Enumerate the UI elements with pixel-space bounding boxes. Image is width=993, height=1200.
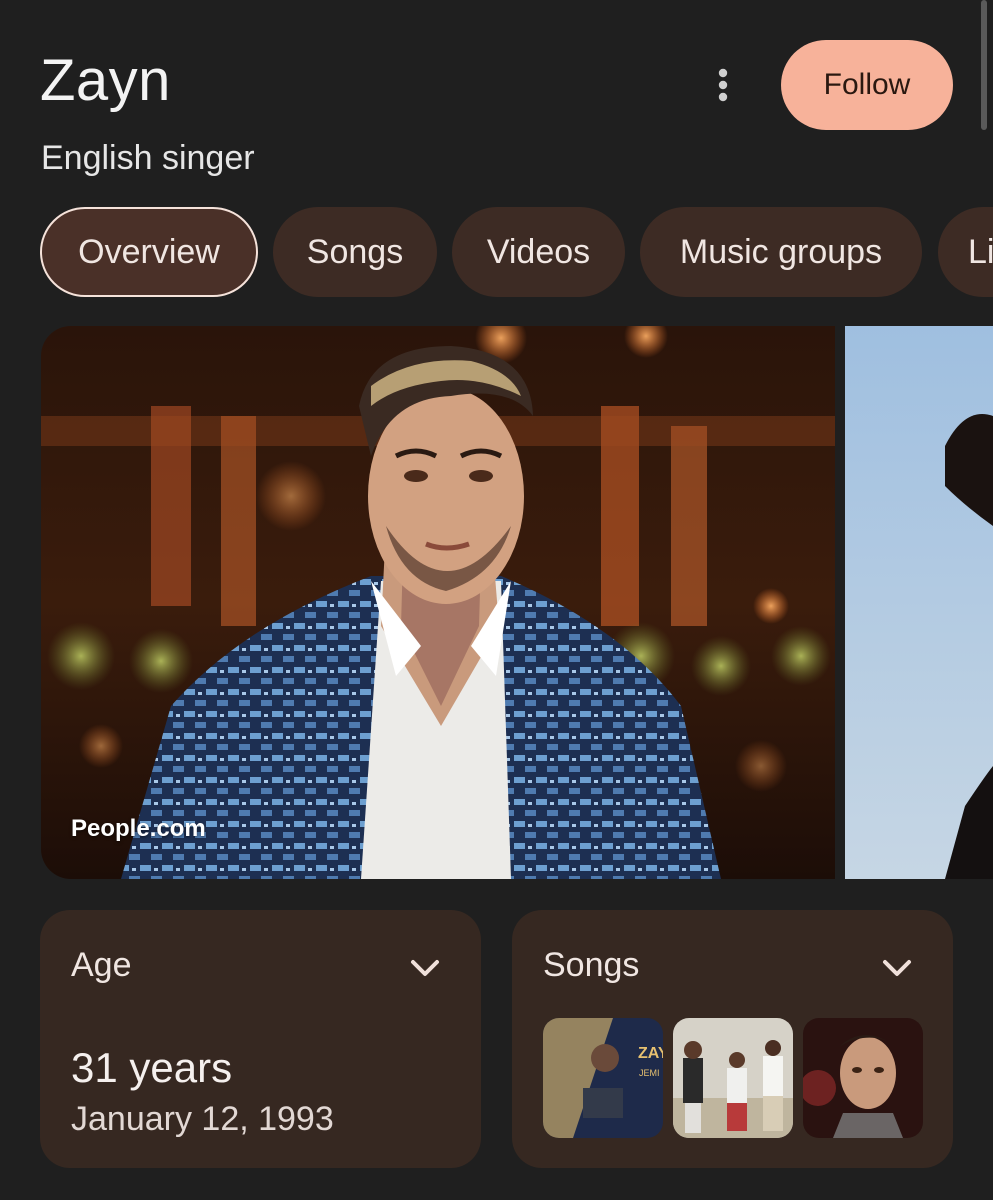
songs-card[interactable]: Songs ZAY JEMI (512, 910, 953, 1168)
chevron-down-icon[interactable] (405, 948, 445, 988)
age-value: 31 years (71, 1044, 233, 1091)
chevron-down-icon[interactable] (877, 948, 917, 988)
more-options-button[interactable] (700, 62, 746, 108)
portrait-thumb-image (803, 1018, 923, 1138)
song-thumbnail[interactable] (673, 1018, 793, 1138)
image-source-label: People.com (71, 815, 206, 842)
album-art-title: ZAY (638, 1045, 663, 1062)
portrait-image (41, 326, 835, 879)
entity-title: Zayn (40, 48, 171, 113)
album-art-image: ZAY JEMI (543, 1018, 663, 1138)
tab-overview[interactable]: Overview (40, 207, 258, 297)
tab-videos[interactable]: Videos (452, 207, 625, 297)
birth-date: January 12, 1993 (71, 1100, 334, 1138)
song-thumbnail[interactable]: ZAY JEMI (543, 1018, 663, 1138)
songs-card-title: Songs (543, 946, 640, 984)
age-card[interactable]: Age 31 years January 12, 1993 (40, 910, 481, 1168)
song-thumbnail[interactable] (803, 1018, 923, 1138)
group-photo-image (673, 1018, 793, 1138)
more-vert-icon (718, 68, 728, 102)
tab-bar: Overview Songs Videos Music groups Li (0, 207, 993, 297)
tab-music-groups[interactable]: Music groups (640, 207, 922, 297)
age-card-title: Age (71, 946, 132, 984)
secondary-photo[interactable] (845, 326, 993, 879)
follow-button[interactable]: Follow (781, 40, 953, 130)
main-photo[interactable]: People.com (41, 326, 835, 879)
album-art-subtitle: JEMI (639, 1068, 660, 1078)
secondary-image (845, 326, 993, 879)
scroll-indicator[interactable] (981, 0, 987, 130)
tab-partial[interactable]: Li (938, 207, 993, 297)
entity-subtitle: English singer (41, 139, 255, 177)
tab-songs[interactable]: Songs (273, 207, 437, 297)
